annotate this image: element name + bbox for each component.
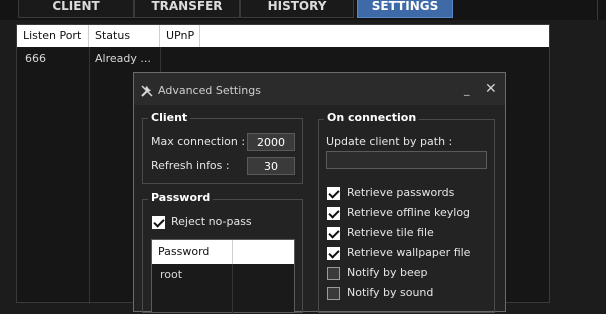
tools-icon (141, 85, 153, 97)
password-list-header: Password (152, 240, 294, 264)
password-group-title: Password (148, 191, 214, 204)
client-group-title: Client (148, 111, 191, 124)
column-header-listen-port[interactable]: Listen Port (17, 25, 89, 47)
reject-nopass-label: Reject no-pass (171, 215, 252, 228)
tabbar-divider (597, 0, 598, 20)
list-header: Listen Port Status UPnP (17, 25, 549, 47)
retrieve-passwords-label: Retrieve passwords (347, 186, 455, 199)
tab-history[interactable]: HISTORY (240, 0, 354, 18)
column-divider (232, 240, 233, 264)
max-connection-input[interactable]: 2000 (247, 133, 295, 151)
on-connection-group-title: On connection (324, 111, 420, 124)
column-header-password[interactable]: Password (158, 245, 209, 258)
update-path-input[interactable] (326, 151, 487, 169)
notify-by-beep-label: Notify by beep (347, 266, 428, 279)
retrieve-tile-file-checkbox[interactable] (327, 227, 340, 240)
refresh-infos-label: Refresh infos : (151, 159, 230, 172)
tab-transfer[interactable]: TRANSFER (134, 0, 240, 18)
password-entry[interactable]: root (160, 268, 182, 281)
notify-by-sound-label: Notify by sound (347, 286, 434, 299)
minimize-button[interactable]: _ (464, 83, 470, 96)
retrieve-wallpaper-file-label: Retrieve wallpaper file (347, 246, 471, 259)
close-button[interactable]: ✕ (485, 81, 497, 97)
update-path-label: Update client by path : (326, 135, 453, 148)
retrieve-passwords-checkbox[interactable] (327, 187, 340, 200)
tab-settings-label: SETTINGS (371, 0, 439, 13)
tab-transfer-label: TRANSFER (151, 0, 223, 13)
reject-nopass-checkbox[interactable] (152, 216, 165, 229)
tab-client-label: CLIENT (52, 0, 100, 13)
tab-client[interactable]: CLIENT (18, 0, 134, 18)
retrieve-offline-keylog-label: Retrieve offline keylog (347, 206, 471, 219)
notify-by-sound-checkbox[interactable] (327, 287, 340, 300)
column-header-status[interactable]: Status (89, 25, 160, 47)
retrieve-wallpaper-file-checkbox[interactable] (327, 247, 340, 260)
retrieve-tile-file-label: Retrieve tile file (347, 226, 434, 239)
cell-listen-port[interactable]: 666 (19, 52, 46, 65)
tab-history-label: HISTORY (267, 0, 327, 13)
cell-status[interactable]: Already ... (89, 52, 151, 65)
column-divider (232, 264, 233, 314)
column-header-upnp[interactable]: UPnP (160, 25, 200, 47)
max-connection-label: Max connection : (151, 135, 246, 148)
column-divider (89, 47, 90, 304)
dialog-title: Advanced Settings (158, 84, 261, 97)
retrieve-offline-keylog-checkbox[interactable] (327, 207, 340, 220)
password-list[interactable]: Password root (151, 239, 295, 314)
tab-settings[interactable]: SETTINGS (357, 0, 453, 18)
advanced-settings-dialog: Advanced Settings _ ✕ Client Max connect… (133, 72, 506, 314)
notify-by-beep-checkbox[interactable] (327, 267, 340, 280)
dialog-titlebar[interactable]: Advanced Settings _ ✕ (134, 73, 505, 105)
refresh-infos-input[interactable]: 30 (247, 157, 295, 175)
tab-bar: CLIENT TRANSFER HISTORY SETTINGS (0, 0, 606, 20)
